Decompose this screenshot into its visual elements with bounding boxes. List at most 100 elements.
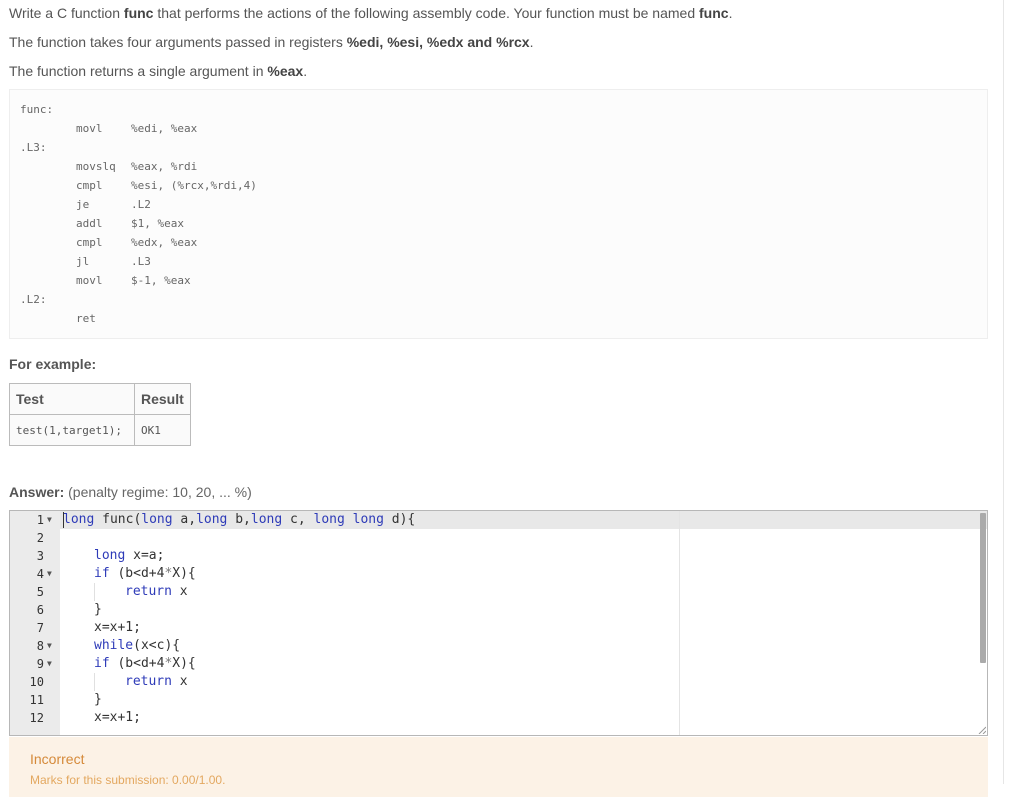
assembly-operands: .L3	[131, 255, 151, 268]
print-margin	[679, 511, 680, 735]
table-row: test(1,target1); OK1	[9, 414, 191, 446]
emphasis-text: %eax	[267, 63, 304, 79]
code-token: a,	[172, 512, 197, 527]
assembly-operands: %edi, %eax	[131, 122, 198, 135]
indent-guide	[94, 583, 95, 601]
question-line-2: The function takes four arguments passed…	[9, 33, 533, 51]
code-keyword: while	[94, 638, 134, 653]
question-line-1: Write a C function func that performs th…	[9, 4, 732, 22]
assembly-operands: $1, %eax	[131, 217, 184, 230]
example-heading: For example:	[9, 356, 97, 372]
code-line[interactable]: x=x+1;	[94, 619, 141, 637]
line-number: 5	[36, 585, 44, 599]
text-segment: Write a C function	[9, 5, 124, 21]
text-segment: that performs the actions of the followi…	[153, 5, 699, 21]
fold-toggle-icon[interactable]: ▼	[47, 565, 57, 583]
code-editor[interactable]: 1 ▼ long func(long a,long b,long c, long l…	[9, 510, 988, 736]
code-keyword: long	[141, 512, 173, 527]
line-number: 4	[36, 567, 44, 581]
assembly-opcode: addl	[76, 217, 103, 230]
assembly-label: .L3:	[20, 141, 47, 154]
code-token: (b<d+4	[109, 656, 165, 671]
code-line[interactable]: x=x+1;	[94, 709, 141, 727]
text-segment: The function returns a single argument i…	[9, 63, 268, 79]
line-number: 9	[36, 657, 44, 671]
code-token: x=x+1;	[94, 710, 141, 725]
code-keyword: return	[125, 584, 172, 599]
line-number: 8	[36, 639, 44, 653]
code-token: (b<d+4	[109, 566, 165, 581]
result-status: Incorrect	[30, 751, 85, 767]
test-column-header: Test	[9, 383, 135, 415]
assembly-operands: %esi, (%rcx,%rdi,4)	[131, 179, 257, 192]
fold-toggle-icon[interactable]: ▼	[47, 655, 57, 673]
marks-text: Marks for this submission: 0.00/1.00.	[30, 773, 226, 787]
code-keyword: long	[196, 512, 228, 527]
text-segment: The function takes four arguments passed…	[9, 34, 347, 50]
fold-toggle-icon[interactable]: ▼	[47, 511, 57, 529]
assembly-opcode: jl	[76, 255, 90, 268]
code-keyword: if	[94, 566, 110, 581]
examples-table: Test Result test(1,target1); OK1	[9, 383, 191, 446]
emphasis-text: %edi, %esi, %edx and %rcx	[346, 34, 530, 50]
code-line[interactable]: while(x<c){	[94, 637, 180, 655]
indent-guide	[94, 673, 95, 691]
code-token: X){	[172, 656, 196, 671]
code-line[interactable]: return x	[125, 583, 188, 601]
penalty-regime: (penalty regime: 10, 20, ... %)	[68, 484, 252, 500]
text-segment: .	[529, 34, 534, 50]
code-keyword: if	[94, 656, 110, 671]
code-token: x	[171, 584, 188, 599]
code-keyword: long	[94, 548, 126, 563]
fold-toggle-icon[interactable]: ▼	[47, 637, 57, 655]
code-token: (x<c){	[133, 638, 181, 653]
code-token: c,	[282, 512, 314, 527]
code-line[interactable]: }	[94, 601, 102, 619]
answer-label: Answer:	[9, 484, 65, 500]
assembly-opcode: je	[76, 198, 90, 211]
assembly-operands: %edx, %eax	[131, 236, 198, 249]
code-token: x	[171, 674, 188, 689]
assembly-opcode: cmpl	[76, 236, 103, 249]
answer-heading: Answer: (penalty regime: 10, 20, ... %)	[9, 484, 252, 500]
assembly-opcode: ret	[76, 312, 96, 325]
test-cell: test(1,target1);	[9, 414, 135, 446]
assembly-opcode: movl	[76, 274, 103, 287]
feedback-panel: Incorrect Marks for this submission: 0.0…	[9, 737, 988, 797]
assembly-opcode: cmpl	[76, 179, 103, 192]
code-token: }	[94, 602, 102, 617]
code-keyword: long	[63, 512, 95, 527]
vertical-scrollbar[interactable]	[980, 513, 986, 663]
code-line[interactable]: long x=a;	[94, 547, 164, 565]
emphasis-text: func	[123, 5, 154, 21]
line-number: 12	[29, 711, 44, 725]
code-line[interactable]: }	[94, 691, 102, 709]
code-keyword: long long	[313, 512, 384, 527]
text-segment: .	[303, 63, 308, 79]
code-token: }	[94, 692, 102, 707]
assembly-operands: $-1, %eax	[131, 274, 191, 287]
question-line-3: The function returns a single argument i…	[9, 62, 307, 80]
code-line[interactable]: if (b<d+4*X){	[94, 565, 196, 583]
code-token: x=a;	[125, 548, 165, 563]
line-number: 7	[36, 621, 44, 635]
line-number: 3	[36, 549, 44, 563]
line-number: 11	[29, 693, 44, 707]
line-number: 10	[29, 675, 44, 689]
code-keyword: long	[250, 512, 283, 527]
code-line[interactable]: long func(long a,long b,long c, long lon…	[63, 511, 415, 529]
resize-handle-icon[interactable]	[978, 726, 986, 734]
assembly-opcode: movl	[76, 122, 103, 135]
code-token: X){	[172, 566, 196, 581]
result-column-header: Result	[134, 383, 191, 415]
code-line[interactable]: if (b<d+4*X){	[94, 655, 196, 673]
code-keyword: return	[125, 674, 172, 689]
assembly-operands: .L2	[131, 198, 151, 211]
assembly-code-block: func: movl %edi, %eax .L3: movslq %eax, %rdi c…	[9, 89, 988, 339]
code-line[interactable]: return x	[125, 673, 188, 691]
code-token: x=x+1;	[94, 620, 141, 635]
emphasis-text: func	[699, 5, 729, 21]
result-cell: OK1	[134, 414, 191, 446]
text-segment: .	[728, 5, 733, 21]
line-number: 1	[36, 513, 44, 527]
